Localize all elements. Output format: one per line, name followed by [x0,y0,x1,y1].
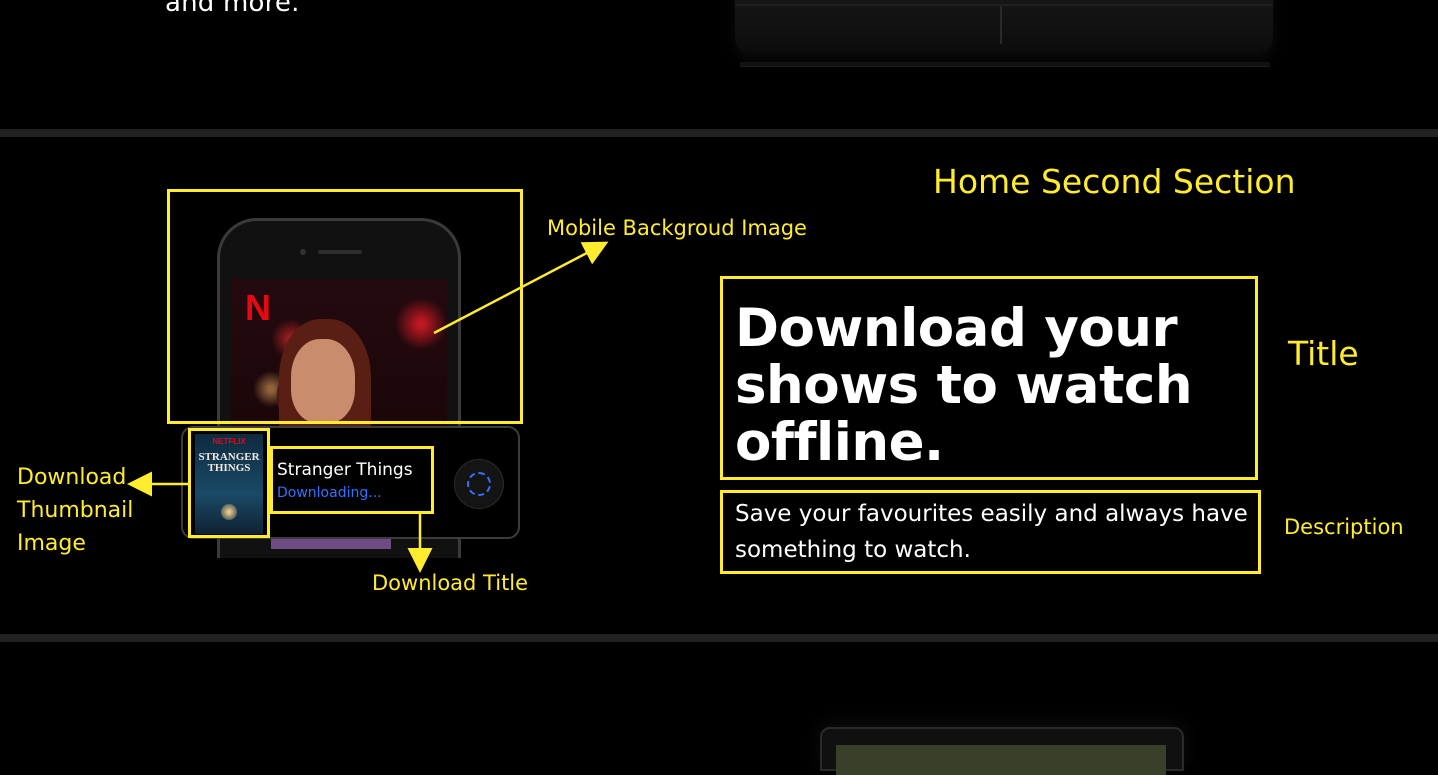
arrow-mobile-bg [433,241,609,335]
annotation-arrows [127,241,609,573]
